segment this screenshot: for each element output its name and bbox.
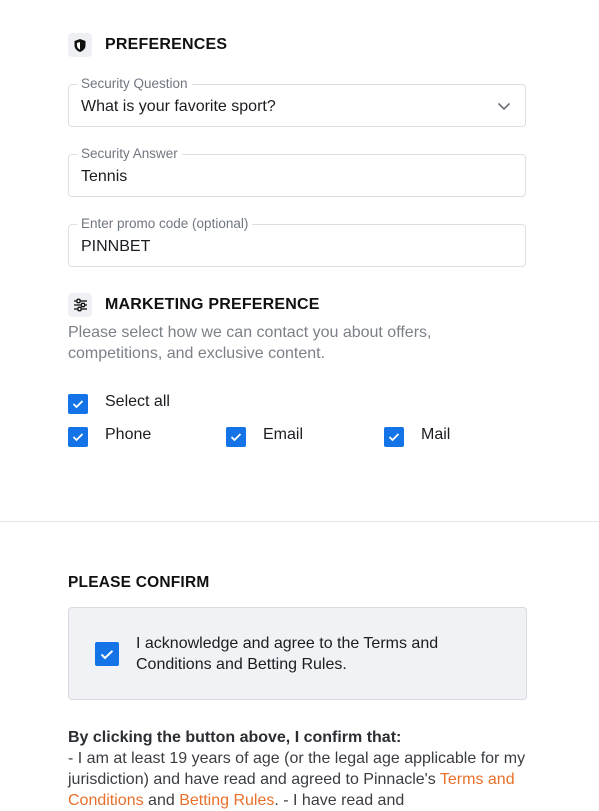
marketing-title: MARKETING PREFERENCE xyxy=(105,296,320,313)
mail-checkbox[interactable] xyxy=(384,427,404,447)
check-icon xyxy=(100,649,114,659)
phone-checkbox[interactable] xyxy=(68,427,88,447)
legal-heading: By clicking the button above, I confirm … xyxy=(68,729,402,746)
email-checkbox[interactable] xyxy=(226,427,246,447)
terms-confirm-box: I acknowledge and agree to the Terms and… xyxy=(68,607,527,700)
phone-label[interactable]: Phone xyxy=(105,425,151,445)
security-answer-label: Security Answer xyxy=(77,146,182,162)
chevron-down-icon[interactable] xyxy=(497,99,511,118)
sliders-icon xyxy=(68,293,92,317)
security-answer-value: Tennis xyxy=(81,168,128,185)
check-icon xyxy=(72,433,84,442)
check-icon xyxy=(72,400,84,409)
terms-checkbox-label[interactable]: I acknowledge and agree to the Terms and… xyxy=(136,633,476,675)
confirm-title: PLEASE CONFIRM xyxy=(68,574,210,591)
legal-and: and xyxy=(143,792,180,809)
security-question-select[interactable]: Security Question What is your favorite … xyxy=(68,76,526,127)
check-icon xyxy=(230,433,242,442)
promo-code-field[interactable]: Enter promo code (optional) PINNBET xyxy=(68,216,526,267)
section-divider xyxy=(0,521,599,522)
security-question-label: Security Question xyxy=(77,76,192,92)
select-all-checkbox[interactable] xyxy=(68,394,88,414)
preferences-header: PREFERENCES xyxy=(68,33,227,57)
select-all-label[interactable]: Select all xyxy=(105,392,170,412)
legal-text-continued: . - I have read and xyxy=(274,792,405,809)
mail-label[interactable]: Mail xyxy=(421,425,450,445)
legal-notice: By clicking the button above, I confirm … xyxy=(68,727,528,811)
terms-checkbox[interactable] xyxy=(95,642,119,666)
marketing-header: MARKETING PREFERENCE xyxy=(68,293,320,317)
security-question-value: What is your favorite sport? xyxy=(81,98,276,115)
promo-code-label: Enter promo code (optional) xyxy=(77,216,253,232)
check-icon xyxy=(388,433,400,442)
preferences-title: PREFERENCES xyxy=(105,36,228,53)
promo-code-value: PINNBET xyxy=(81,238,151,255)
betting-rules-link[interactable]: Betting Rules xyxy=(179,792,274,809)
security-answer-field[interactable]: Security Answer Tennis xyxy=(68,146,526,197)
shield-icon xyxy=(68,33,92,57)
marketing-description: Please select how we can contact you abo… xyxy=(68,324,432,362)
email-label[interactable]: Email xyxy=(263,425,303,445)
